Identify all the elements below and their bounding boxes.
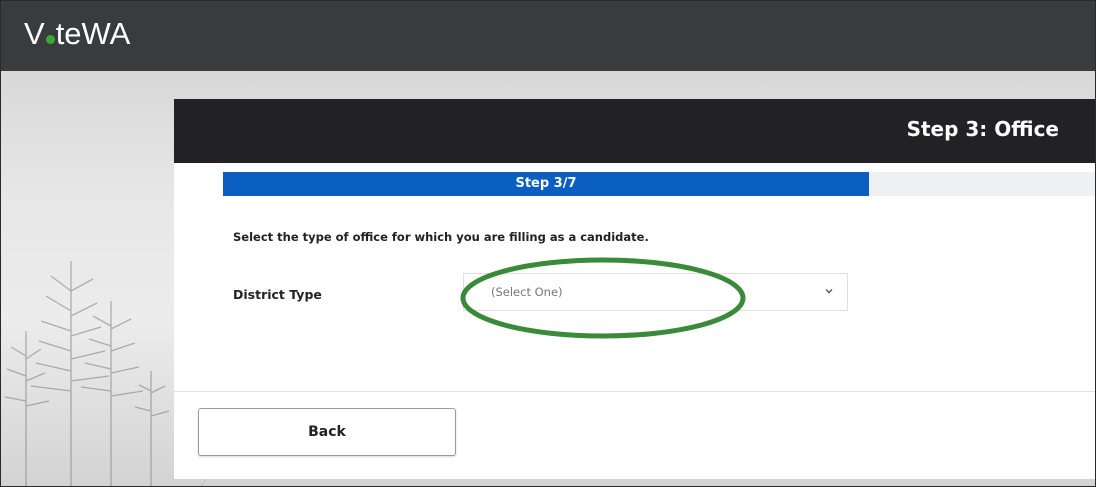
logo-letter-v: V: [24, 16, 45, 51]
logo-dot-icon: [45, 34, 55, 44]
progress-bar: Step 3/7: [223, 172, 1095, 196]
chevron-down-icon: [825, 289, 833, 294]
footer-divider: [174, 391, 1095, 392]
district-type-label: District Type: [233, 287, 322, 302]
district-type-selected-value: (Select One): [491, 285, 563, 299]
district-type-select[interactable]: (Select One): [463, 273, 848, 311]
step-title: Step 3: Office: [906, 117, 1059, 141]
logo-text: teWA: [55, 16, 131, 51]
card-header: Step 3: Office: [174, 99, 1095, 163]
filing-wizard-card: Step 3: Office Step 3/7 Select the type …: [174, 99, 1095, 479]
office-type-instruction: Select the type of office for which you …: [233, 230, 649, 244]
votewa-logo[interactable]: VteWA: [24, 16, 130, 52]
back-button[interactable]: Back: [198, 408, 456, 456]
progress-label: Step 3/7: [515, 176, 577, 191]
app-frame: VteWA Step 3: Office Step 3/7 Select the…: [0, 0, 1096, 487]
top-navigation-bar: VteWA: [1, 1, 1095, 71]
